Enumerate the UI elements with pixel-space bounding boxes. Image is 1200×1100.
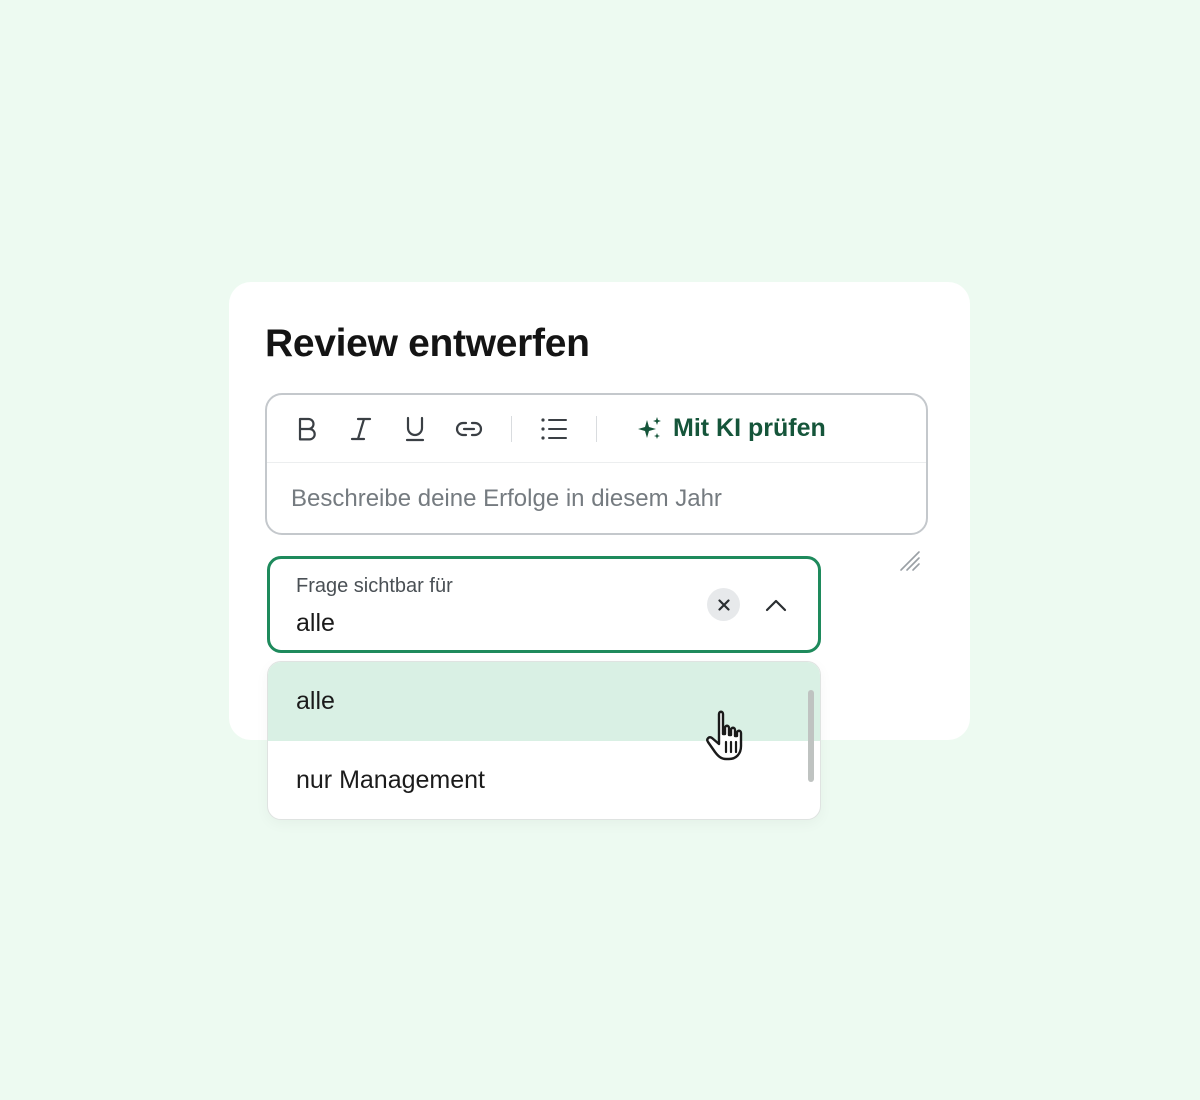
visibility-select-value: alle bbox=[296, 609, 335, 637]
hand-pointer-cursor-icon bbox=[706, 710, 743, 761]
scrollbar[interactable] bbox=[808, 690, 814, 782]
page-title: Review entwerfen bbox=[265, 322, 590, 365]
ai-check-button[interactable]: Mit KI prüfen bbox=[637, 414, 826, 443]
bulleted-list-button[interactable] bbox=[538, 413, 570, 445]
editor-toolbar: Mit KI prüfen bbox=[267, 395, 926, 463]
clear-button[interactable] bbox=[707, 588, 740, 621]
bulleted-list-icon bbox=[541, 417, 567, 440]
visibility-select[interactable]: Frage sichtbar für alle bbox=[267, 556, 821, 653]
rich-text-editor: Mit KI prüfen Beschreibe deine Erfolge i… bbox=[265, 393, 928, 535]
italic-button[interactable] bbox=[345, 413, 377, 445]
underline-button[interactable] bbox=[399, 413, 431, 445]
toolbar-divider bbox=[511, 415, 512, 442]
link-button[interactable] bbox=[453, 413, 485, 445]
editor-input[interactable]: Beschreibe deine Erfolge in diesem Jahr bbox=[267, 463, 926, 513]
toolbar-divider bbox=[596, 415, 597, 442]
visibility-select-label: Frage sichtbar für bbox=[296, 575, 453, 597]
resize-handle-icon[interactable] bbox=[899, 550, 921, 572]
chevron-up-icon bbox=[765, 599, 787, 612]
dropdown-toggle-button[interactable] bbox=[760, 589, 792, 621]
bold-button[interactable] bbox=[291, 413, 323, 445]
canvas: Review entwerfen Mit KI prüfen Beschreib… bbox=[0, 0, 1200, 1100]
ai-check-label: Mit KI prüfen bbox=[673, 414, 826, 442]
bold-icon bbox=[298, 417, 316, 440]
italic-icon bbox=[350, 417, 372, 440]
link-icon bbox=[455, 421, 483, 436]
sparkle-icon bbox=[638, 416, 661, 439]
underline-icon bbox=[405, 416, 425, 441]
close-icon bbox=[717, 598, 730, 611]
